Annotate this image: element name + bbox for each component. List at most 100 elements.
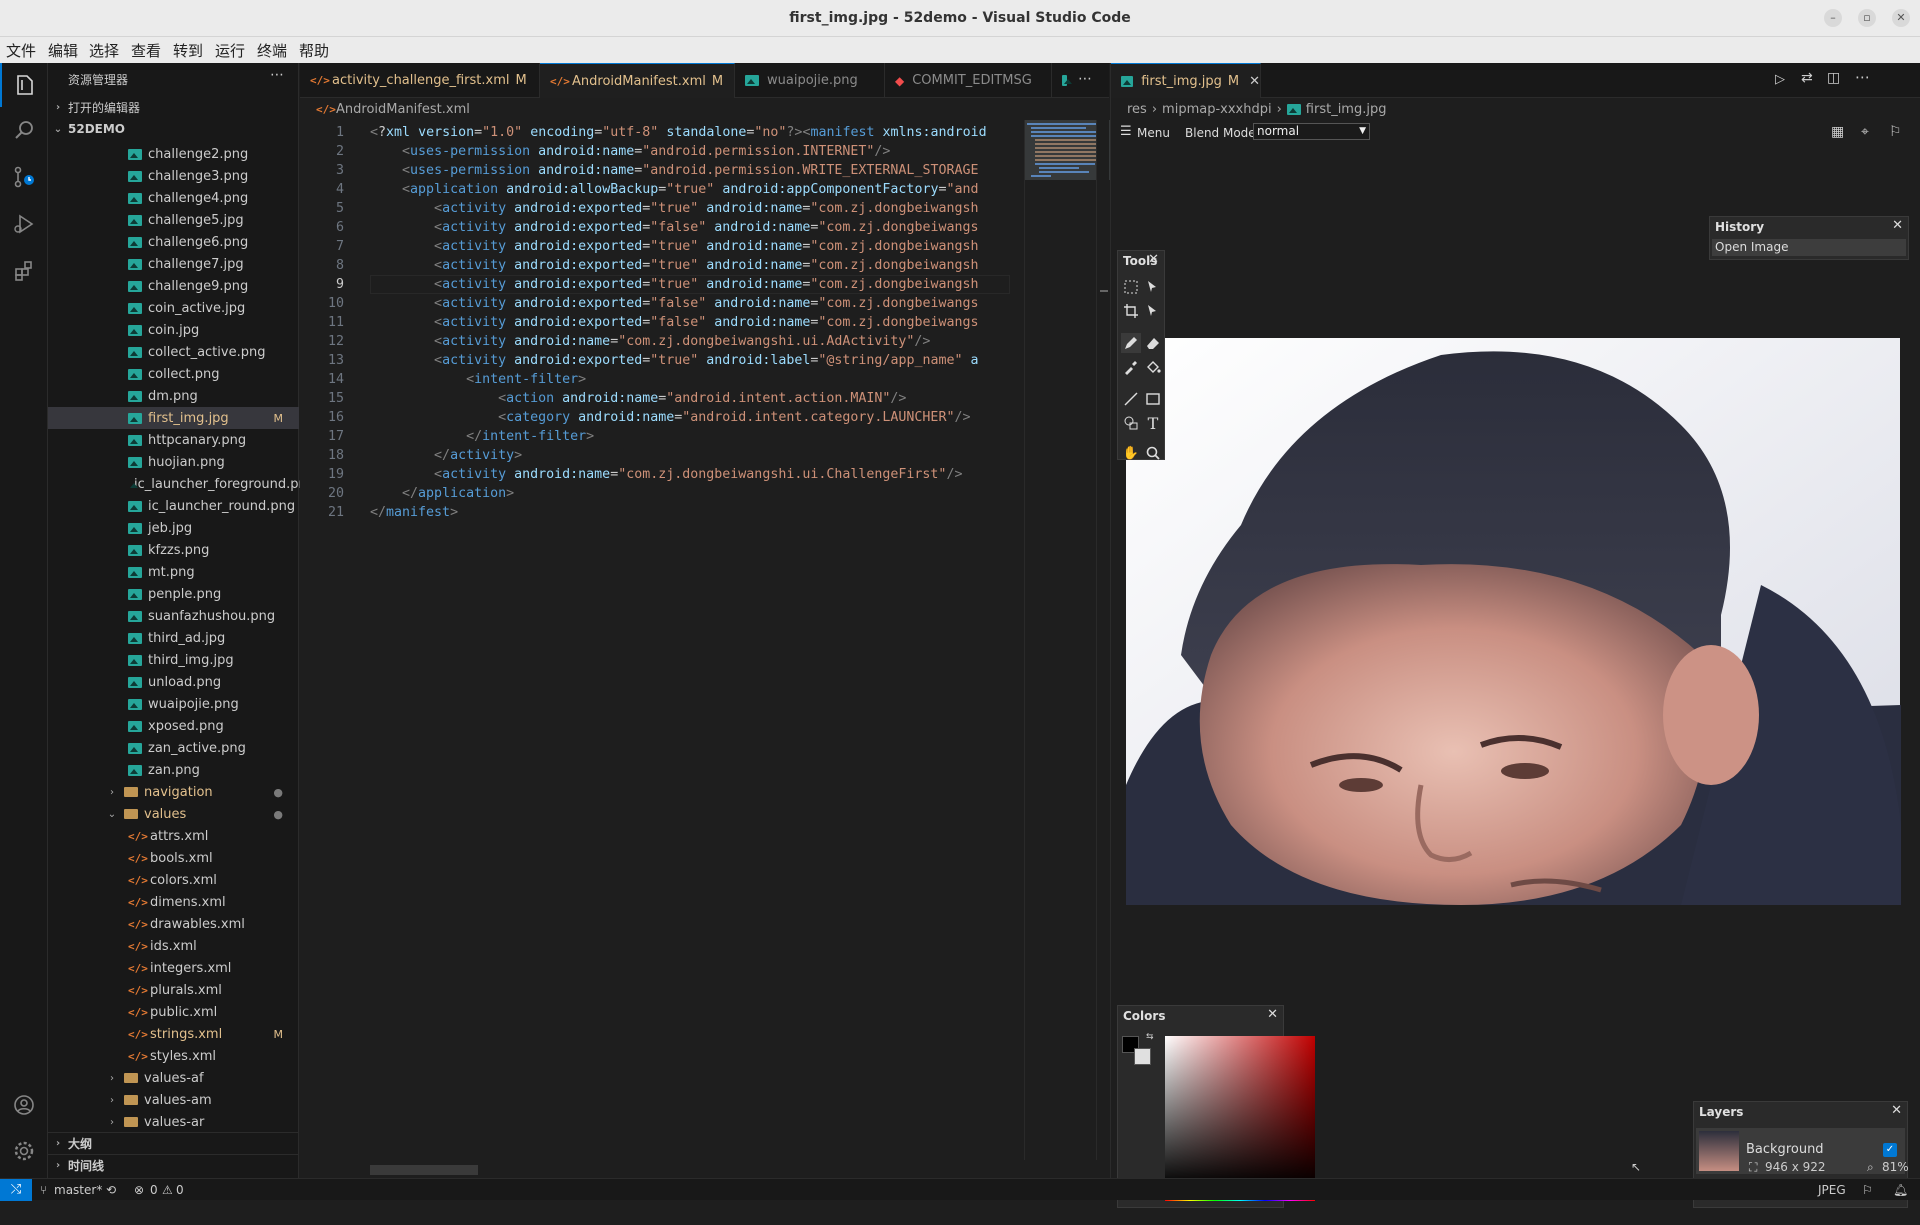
minimize-button[interactable]: – [1824,9,1842,27]
pencil-icon[interactable] [1121,333,1141,353]
tab-wuaipojie[interactable]: wuaipojie.png [735,63,885,98]
close-colors-icon[interactable]: ✕ [1267,1007,1278,1022]
code-line[interactable]: <uses-permission android:name="android.p… [370,161,1010,180]
file-item[interactable]: </> drawables.xml [48,913,299,935]
text-tool-icon[interactable]: T [1143,413,1163,433]
file-item[interactable]: dm.png [48,385,299,407]
hamburger-menu-icon[interactable]: ☰ [1120,124,1132,139]
compare-changes-icon[interactable]: ⇄ [1801,70,1813,86]
zoom-level[interactable]: 81% [1882,1160,1909,1174]
move-selection-icon[interactable] [1143,277,1163,297]
file-item[interactable]: jeb.jpg [48,517,299,539]
code-line[interactable]: </activity> [370,446,1010,465]
file-item[interactable]: challenge4.png [48,187,299,209]
file-item[interactable]: </> bools.xml [48,847,299,869]
code-line[interactable]: <activity android:exported="true" androi… [370,256,1010,275]
project-section[interactable]: ⌄ 52DEMO [48,118,299,140]
tab-commit-editmsg[interactable]: ◆ COMMIT_EDITMSG [885,63,1052,98]
saturation-value-picker[interactable] [1160,1036,1315,1191]
file-item[interactable]: unload.png [48,671,299,693]
code-area[interactable]: 1 <?xml version="1.0" encoding="utf-8" st… [300,120,1012,1160]
sync-icon[interactable]: ⟲ [106,1183,116,1197]
code-line[interactable]: <activity android:exported="false" andro… [370,313,1010,332]
blend-mode-select[interactable]: normal ▼ [1253,123,1370,140]
file-item[interactable]: collect_active.png [48,341,299,363]
code-line[interactable]: <intent-filter> [370,370,1010,389]
extensions-icon[interactable] [0,249,48,293]
more-actions-icon[interactable]: ⋯ [1855,68,1870,86]
color-picker-icon[interactable] [1121,357,1141,377]
rect-select-icon[interactable] [1121,277,1141,297]
search-icon[interactable] [0,108,48,152]
file-item[interactable]: penple.png [48,583,299,605]
file-item[interactable]: zan.png [48,759,299,781]
timeline-section[interactable]: › 时间线 [48,1154,299,1176]
secondary-color-swatch[interactable] [1134,1048,1151,1065]
eraser-icon[interactable] [1143,333,1163,353]
menu-help[interactable]: 帮助 [299,40,329,61]
grid-icon[interactable]: ▦ [1831,124,1844,140]
code-line[interactable]: <activity android:exported="false" andro… [370,294,1010,313]
tab-overflow[interactable] [1052,63,1077,98]
code-line[interactable]: </intent-filter> [370,427,1010,446]
breadcrumb-file[interactable]: AndroidManifest.xml [336,102,470,117]
menu-view[interactable]: 查看 [131,40,161,61]
file-item[interactable]: third_img.jpg [48,649,299,671]
hand-pan-icon[interactable]: ✋ [1121,443,1141,463]
folder-item[interactable]: ⌄ values ● [48,803,299,825]
file-item[interactable]: </> styles.xml [48,1045,299,1067]
folder-item[interactable]: › values-am [48,1089,299,1111]
history-item[interactable]: Open Image [1712,239,1906,256]
shapes-tool-icon[interactable] [1121,413,1141,433]
tab-first-img[interactable]: first_img.jpg M ✕ [1111,63,1261,98]
fill-bucket-icon[interactable] [1143,357,1163,377]
zoom-magnifier-icon[interactable] [1143,443,1163,463]
error-count[interactable]: 0 [150,1183,158,1197]
file-item[interactable]: challenge5.jpg [48,209,299,231]
code-line[interactable]: <activity android:exported="true" androi… [370,275,1010,294]
tab-android-manifest[interactable]: </> AndroidManifest.xml M ✕ [540,63,735,98]
file-item[interactable]: xposed.png [48,715,299,737]
more-tab-actions-icon[interactable]: ⋯ [1078,71,1092,87]
code-line[interactable]: <activity android:exported="true" androi… [370,351,1010,370]
layer-visibility-checkbox[interactable]: ✓ [1883,1143,1897,1157]
more-actions-icon[interactable]: ⋯ [270,67,284,83]
folder-item[interactable]: › values-ar [48,1111,299,1133]
close-tab-icon[interactable]: ✕ [1249,74,1260,89]
file-item[interactable]: httpcanary.png [48,429,299,451]
close-tools-icon[interactable]: ✕ [1148,252,1159,267]
file-item[interactable]: </> colors.xml [48,869,299,891]
file-item[interactable]: suanfazhushou.png [48,605,299,627]
file-item[interactable]: </> ids.xml [48,935,299,957]
file-item[interactable]: ic_launcher_foreground.png [48,473,315,495]
close-history-icon[interactable]: ✕ [1892,218,1903,233]
folder-item[interactable]: › navigation ● [48,781,299,803]
code-line[interactable]: <activity android:name="com.zj.dongbeiwa… [370,465,1010,484]
file-item[interactable]: mt.png [48,561,299,583]
menu-run[interactable]: 运行 [215,40,245,61]
folder-item[interactable]: › values-af [48,1067,299,1089]
code-line[interactable]: <activity android:exported="true" androi… [370,237,1010,256]
code-line[interactable]: <?xml version="1.0" encoding="utf-8" sta… [370,123,1010,142]
code-line[interactable]: </application> [370,484,1010,503]
menu-go[interactable]: 转到 [173,40,203,61]
file-item[interactable]: coin_active.jpg [48,297,299,319]
file-item[interactable]: </> dimens.xml [48,891,299,913]
explorer-icon[interactable] [0,63,48,107]
breadcrumb-mipmap[interactable]: mipmap-xxxhdpi [1162,102,1272,117]
file-item[interactable]: collect.png [48,363,299,385]
file-item[interactable]: </> plurals.xml [48,979,299,1001]
feedback-icon[interactable]: ⚐ [1862,1183,1873,1197]
breadcrumb-res[interactable]: res [1127,102,1147,117]
close-layers-icon[interactable]: ✕ [1891,1103,1902,1118]
settings-gear-icon[interactable] [0,1129,48,1173]
file-item[interactable]: </> strings.xml M [48,1023,299,1045]
split-editor-icon[interactable]: ◫ [1827,70,1840,86]
file-item[interactable]: </> public.xml [48,1001,299,1023]
menu-terminal[interactable]: 终端 [257,40,287,61]
code-line[interactable]: <activity android:exported="true" androi… [370,199,1010,218]
menu-edit[interactable]: 编辑 [48,40,78,61]
vertical-scrollbar[interactable] [1096,120,1109,1160]
breadcrumb-file[interactable]: first_img.jpg [1306,102,1387,117]
crop-icon[interactable] [1121,301,1141,321]
